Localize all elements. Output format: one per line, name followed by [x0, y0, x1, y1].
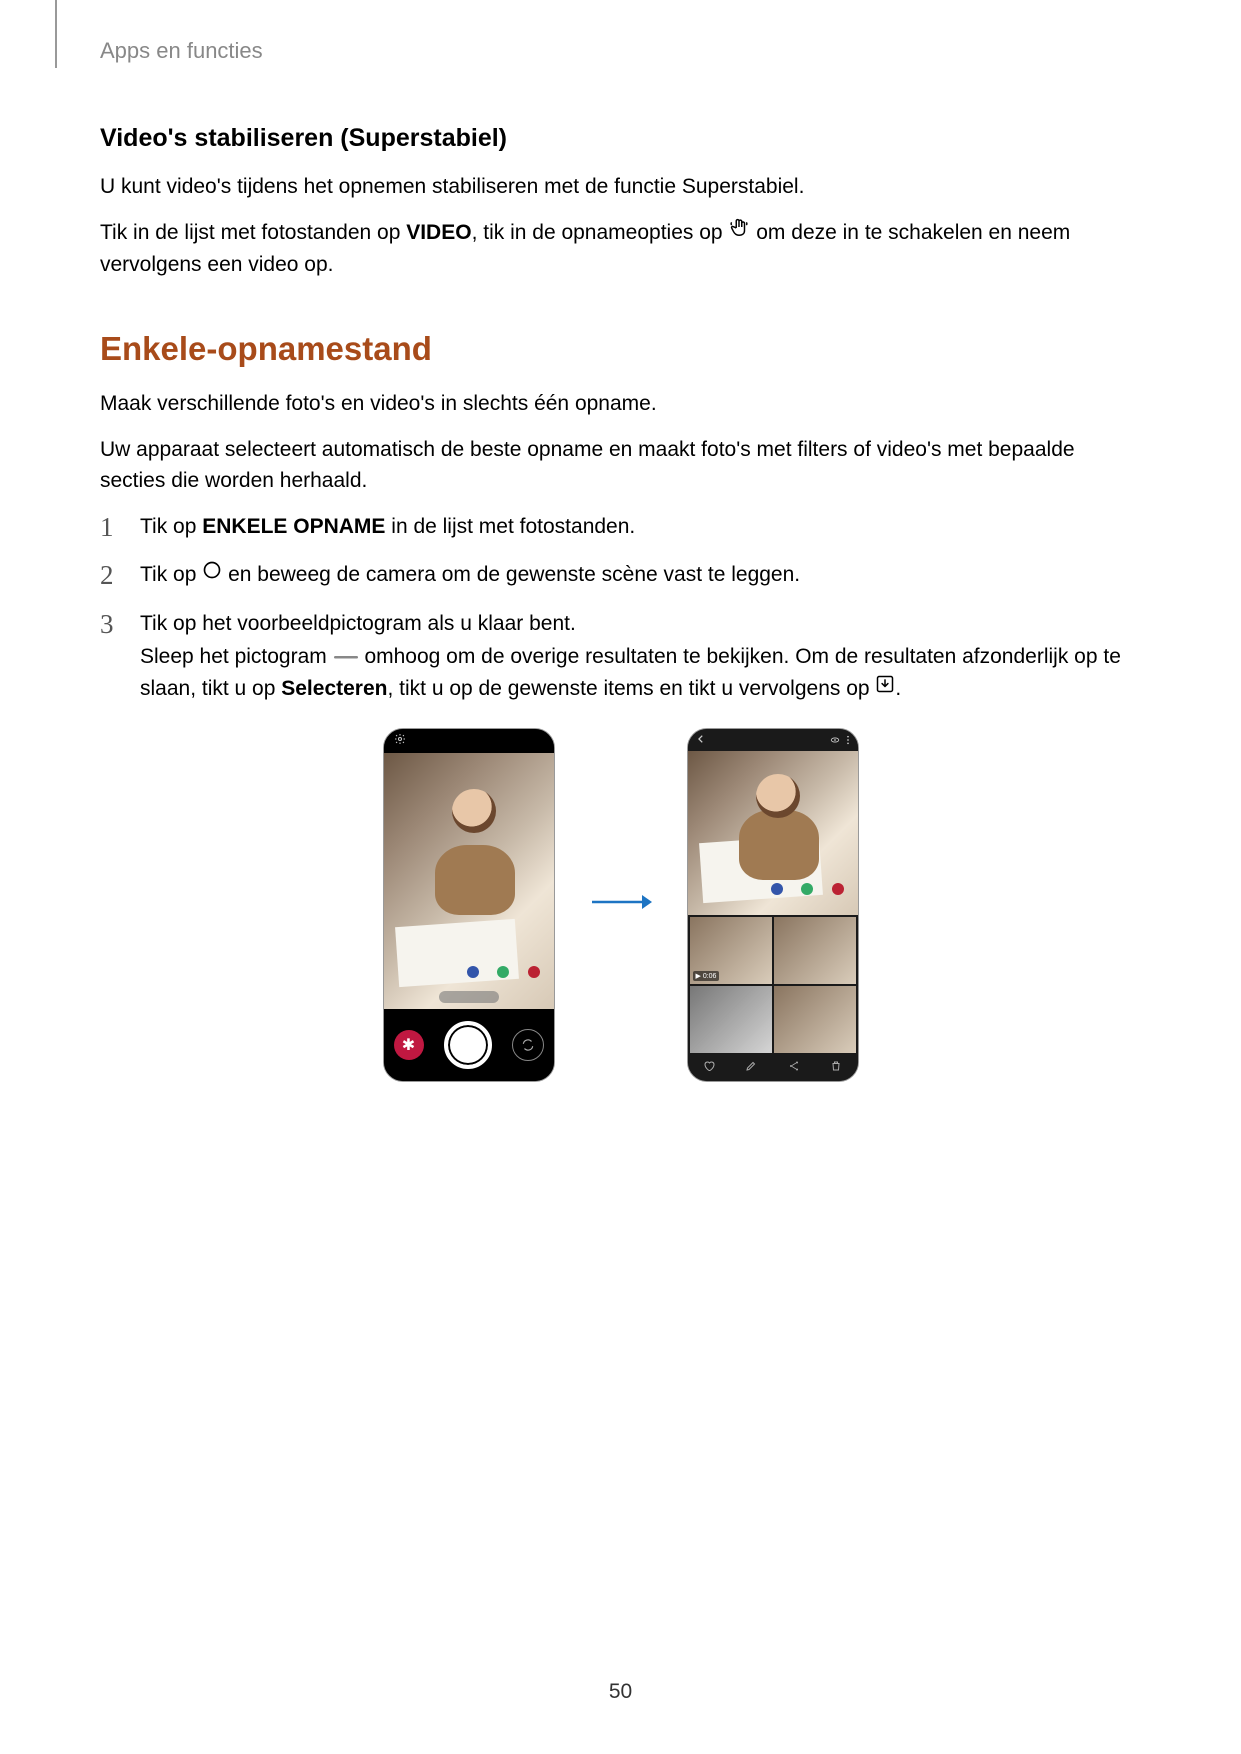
- camera-bottom-bar: ✱: [384, 1009, 554, 1081]
- shutter-circle-icon: [202, 558, 222, 591]
- steps-list: Tik op ENKELE OPNAME in de lijst met fot…: [100, 511, 1141, 706]
- manual-page: Apps en functies Video's stabiliseren (S…: [0, 0, 1241, 1754]
- step-3: Tik op het voorbeeldpictogram als u klaa…: [100, 608, 1141, 706]
- video-duration-badge: ▶ 0:06: [693, 971, 720, 981]
- results-bottom-bar: [688, 1055, 858, 1081]
- phone-results-mockup: ▶ 0:06: [687, 728, 859, 1082]
- heading-single-take: Enkele-opnamestand: [100, 330, 1141, 368]
- step-2: Tik op en beweeg de camera om de gewenst…: [100, 559, 1141, 592]
- scene-paint-red: [528, 966, 540, 978]
- results-hero-image: [688, 751, 858, 915]
- figure-single-take: ✱: [100, 728, 1141, 1082]
- label-selecteren: Selecteren: [281, 677, 387, 700]
- arrow-right-icon: [590, 892, 652, 917]
- camera-mode-pill: [439, 991, 499, 1003]
- camera-top-bar: [384, 729, 554, 753]
- step-1: Tik op ENKELE OPNAME in de lijst met fot…: [100, 511, 1141, 544]
- results-grid: ▶ 0:06: [688, 915, 858, 1055]
- share-icon: [788, 1059, 800, 1077]
- settings-gear-icon: [394, 732, 406, 750]
- superstable-hand-icon: [728, 216, 750, 248]
- result-thumb-1: ▶ 0:06: [690, 917, 772, 984]
- text: en beweeg de camera om de gewenste scène…: [222, 563, 800, 586]
- gallery-thumbnail-button: ✱: [394, 1030, 424, 1060]
- phone-camera-mockup: ✱: [383, 728, 555, 1082]
- scene-paint-blue: [467, 966, 479, 978]
- more-dots-icon: [846, 735, 850, 745]
- favorite-heart-icon: [703, 1059, 715, 1077]
- text: Sleep het pictogram: [140, 645, 333, 668]
- text: Tik op: [140, 563, 202, 586]
- scene-child-body: [739, 810, 819, 880]
- text: .: [895, 677, 901, 700]
- scene-child-head: [756, 774, 800, 818]
- top-right-icons: [830, 735, 850, 745]
- paragraph: U kunt video's tijdens het opnemen stabi…: [100, 171, 1141, 203]
- drag-handle-icon: [333, 640, 359, 673]
- scene-child-head: [452, 789, 496, 833]
- results-body: ▶ 0:06: [688, 751, 858, 1055]
- text: , tik in de opnameopties op: [472, 221, 729, 244]
- results-top-bar: [688, 729, 858, 751]
- header-rule: [55, 0, 57, 68]
- label-video: VIDEO: [406, 221, 471, 244]
- running-header: Apps en functies: [100, 38, 1141, 64]
- result-thumb-3: [690, 986, 772, 1053]
- text: Tik in de lijst met fotostanden op: [100, 221, 406, 244]
- label-single-take: ENKELE OPNAME: [202, 515, 385, 538]
- switch-camera-button: [512, 1029, 544, 1061]
- camera-viewfinder: [384, 753, 554, 1009]
- eye-icon: [830, 735, 840, 745]
- edit-pencil-icon: [745, 1059, 757, 1077]
- delete-trash-icon: [830, 1059, 842, 1077]
- result-thumb-2: [774, 917, 856, 984]
- text: , tikt u op de gewenste items en tikt u …: [387, 677, 875, 700]
- download-box-icon: [875, 672, 895, 705]
- paragraph: Uw apparaat selecteert automatisch de be…: [100, 434, 1141, 497]
- scene-paint-red: [832, 883, 844, 895]
- paragraph: Maak verschillende foto's en video's in …: [100, 388, 1141, 420]
- shutter-button: [444, 1021, 492, 1069]
- text: Tik op het voorbeeldpictogram als u klaa…: [140, 612, 576, 635]
- scene-child-body: [435, 845, 515, 915]
- text: Tik op: [140, 515, 202, 538]
- back-chevron-icon: [696, 731, 706, 749]
- paragraph: Tik in de lijst met fotostanden op VIDEO…: [100, 217, 1141, 281]
- heading-stabilize: Video's stabiliseren (Superstabiel): [100, 124, 1141, 153]
- text: in de lijst met fotostanden.: [385, 515, 635, 538]
- page-number: 50: [0, 1680, 1241, 1704]
- result-thumb-4: [774, 986, 856, 1053]
